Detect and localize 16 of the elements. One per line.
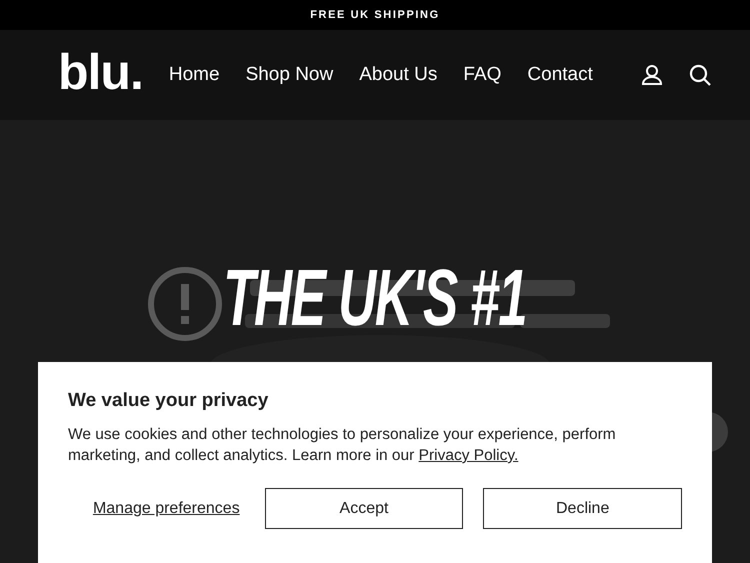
nav-link[interactable]: Contact [527, 64, 593, 86]
manage-preferences-link[interactable]: Manage preferences [68, 500, 265, 518]
nav-link[interactable]: FAQ [463, 64, 502, 86]
nav-link[interactable]: Home [168, 64, 220, 86]
privacy-policy-link[interactable]: Privacy Policy. [418, 447, 518, 464]
announcement-text: FREE UK SHIPPING [310, 9, 440, 21]
accept-button[interactable]: Accept [264, 488, 464, 529]
logo[interactable]: blu. [58, 43, 143, 101]
nav-link[interactable]: About Us [359, 64, 438, 86]
search-icon[interactable] [688, 63, 712, 87]
account-icon[interactable] [640, 63, 664, 87]
nav-link[interactable]: Shop Now [246, 64, 334, 86]
banner-title: We value your privacy [68, 390, 270, 412]
decline-button[interactable]: Decline [483, 488, 682, 529]
banner-text: We use cookies and other technologies to personalize your experience, perform marketing, and collect analytics. Learn more in our Privacy Policy. [68, 425, 617, 466]
hero-headline: THE UK'S #1 [223, 260, 527, 336]
